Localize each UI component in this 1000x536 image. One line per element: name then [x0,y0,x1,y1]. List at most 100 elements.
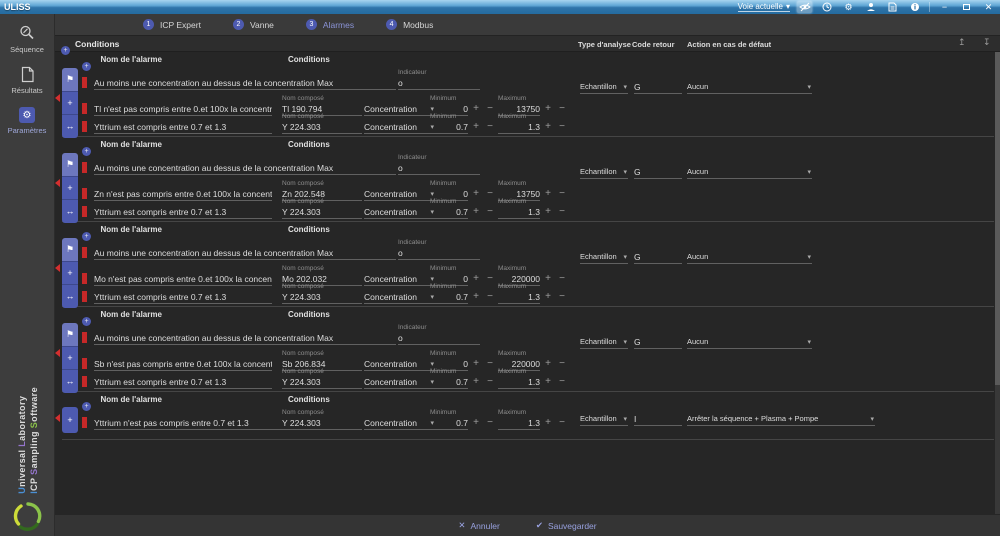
increment-button[interactable]: + [470,291,482,303]
alarm-name-input[interactable]: Yttrium est compris entre 0.7 et 1.3 [94,113,272,134]
indicator-field[interactable]: Indicateuro [398,69,480,90]
tab-vanne[interactable]: 2 Vanne [233,19,274,30]
analysis-type-select[interactable]: Echantillon▾ [580,158,628,179]
indicator-field[interactable]: Indicateuro [398,324,480,345]
main-content: 1 ICP Expert 2 Vanne 3 Alarmes 4 Modbus … [55,14,1000,536]
clock-icon[interactable] [819,1,834,13]
compound-field[interactable]: Nom composéY 224.303 [282,198,362,219]
compound-field[interactable]: Nom composéY 224.303 [282,368,362,389]
decrement-button[interactable]: − [556,376,568,388]
sidebar-item-parametres[interactable]: ⚙ Paramètres [0,107,54,135]
eye-slash-icon[interactable] [797,1,812,13]
analysis-type-select[interactable]: Echantillon▾ [580,243,628,264]
decrement-button[interactable]: − [556,206,568,218]
tab-modbus[interactable]: 4 Modbus [386,19,433,30]
compound-field[interactable]: Nom composéY 224.303 [282,409,362,430]
compound-field[interactable]: Nom composéY 224.303 [282,113,362,134]
alarm-flag-icon [82,103,87,114]
increment-button[interactable]: + [542,417,554,429]
arrow-up-icon[interactable]: ↥ [958,37,966,48]
chevron-down-icon: ▾ [807,83,811,91]
info-icon[interactable] [907,1,922,13]
measure-select[interactable]: Concentration▾ [364,283,436,304]
sidebar-item-sequence[interactable]: Séquence [0,24,54,54]
increment-button[interactable]: + [470,206,482,218]
tab-icp-expert[interactable]: 1 ICP Expert [143,19,201,30]
tab-alarmes[interactable]: 3 Alarmes [306,19,354,30]
document-icon[interactable] [885,1,900,13]
brand-line-1: Universal Laboratory [17,387,27,494]
decrement-button[interactable]: − [484,206,496,218]
decrement-button[interactable]: − [484,291,496,303]
decrement-button[interactable]: − [484,417,496,429]
alarm-name-input[interactable]: Yttrium est compris entre 0.7 et 1.3 [94,368,272,389]
brand-vertical-text: Universal Laboratory ICP Sampling Softwa… [0,387,55,494]
indicator-field[interactable]: Indicateuro [398,239,480,260]
compound-field[interactable]: Nom composéY 224.303 [282,283,362,304]
alarm-name-input[interactable]: Au moins une concentration au dessus de … [94,324,396,345]
scrollbar-thumb[interactable] [995,52,1000,385]
results-document-icon [20,66,35,83]
analysis-type-select[interactable]: Echantillon▾ [580,405,628,426]
increment-button[interactable]: + [470,417,482,429]
maximum-field[interactable]: Maximum1.3 [498,283,540,304]
measure-select[interactable]: Concentration▾ [364,113,436,134]
default-action-select[interactable]: Aucun▾ [687,73,812,94]
arrow-down-icon[interactable]: ↧ [983,37,991,48]
return-code-field[interactable]: G [634,328,682,349]
measure-select[interactable]: Concentration▾ [364,368,436,389]
return-code-field[interactable]: G [634,73,682,94]
gear-icon[interactable]: ⚙ [841,1,856,13]
analysis-type-select[interactable]: Echantillon▾ [580,328,628,349]
decrement-button[interactable]: − [484,376,496,388]
minimum-field[interactable]: Minimum0.7 [430,368,468,389]
minimum-field[interactable]: Minimum0.7 [430,113,468,134]
alarm-name-input[interactable]: Au moins une concentration au dessus de … [94,154,396,175]
maximum-field[interactable]: Maximum1.3 [498,113,540,134]
close-button[interactable]: ✕ [981,1,996,13]
maximum-field[interactable]: Maximum1.3 [498,368,540,389]
default-action-select[interactable]: Aucun▾ [687,158,812,179]
title-bar: ULISS Voie actuelle ▾ ⚙ − ✕ [0,0,1000,14]
alarm-name-header: Nom de l'alarme [100,310,161,319]
alarm-name-input[interactable]: Au moins une concentration au dessus de … [94,239,396,260]
maximum-field[interactable]: Maximum1.3 [498,198,540,219]
save-button[interactable]: ✔ Sauvegarder [536,520,597,531]
increment-button[interactable]: + [542,376,554,388]
decrement-button[interactable]: − [556,291,568,303]
increment-button[interactable]: + [542,291,554,303]
minimum-field[interactable]: Minimum0.7 [430,283,468,304]
increment-button[interactable]: + [470,121,482,133]
maximum-field[interactable]: Maximum1.3 [498,409,540,430]
increment-button[interactable]: + [470,376,482,388]
return-code-field[interactable]: G [634,158,682,179]
decrement-button[interactable]: − [556,417,568,429]
sidebar-item-resultats[interactable]: Résultats [0,66,54,95]
minimize-button[interactable]: − [937,1,952,13]
alarm-name-input[interactable]: Yttrium est compris entre 0.7 et 1.3 [94,198,272,219]
user-icon[interactable] [863,1,878,13]
chevron-down-icon: ▾ [623,168,627,176]
default-action-select[interactable]: Aucun▾ [687,328,812,349]
analysis-type-select[interactable]: Echantillon▾ [580,73,628,94]
measure-select[interactable]: Concentration▾ [364,409,436,430]
vertical-scrollbar[interactable] [995,52,1000,514]
channel-selector[interactable]: Voie actuelle ▾ [738,2,790,12]
return-code-field[interactable]: G [634,243,682,264]
return-code-field[interactable]: I [634,405,682,426]
default-action-select[interactable]: Arrêter la séquence + Plasma + Pompe▾ [687,405,875,426]
decrement-button[interactable]: − [556,121,568,133]
maximize-button[interactable] [959,1,974,13]
decrement-button[interactable]: − [484,121,496,133]
increment-button[interactable]: + [542,121,554,133]
default-action-select[interactable]: Aucun▾ [687,243,812,264]
increment-button[interactable]: + [542,206,554,218]
measure-select[interactable]: Concentration▾ [364,198,436,219]
alarm-name-input[interactable]: Yttrium est compris entre 0.7 et 1.3 [94,283,272,304]
minimum-field[interactable]: Minimum0.7 [430,198,468,219]
cancel-button[interactable]: ✕ Annuler [458,520,499,531]
alarm-name-input[interactable]: Au moins une concentration au dessus de … [94,69,396,90]
minimum-field[interactable]: Minimum0.7 [430,409,468,430]
column-header-type: Type d'analyse [578,40,631,49]
indicator-field[interactable]: Indicateuro [398,154,480,175]
